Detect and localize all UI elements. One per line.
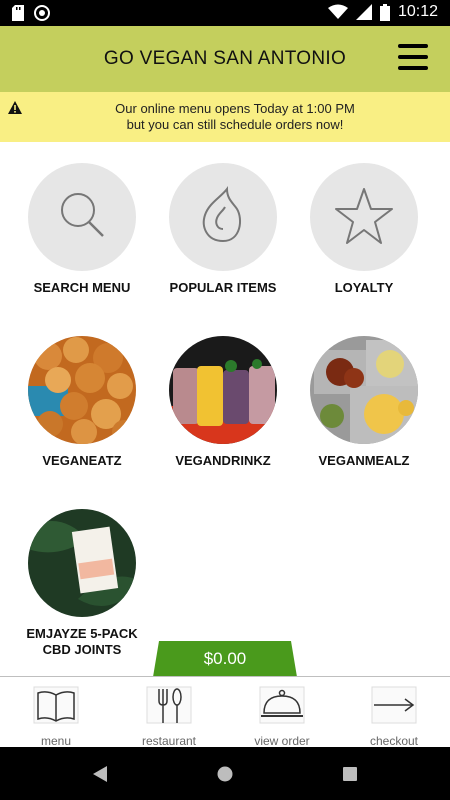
notice-line-2: but you can still schedule orders now! — [126, 117, 344, 132]
smoothies-image — [169, 336, 277, 444]
nav-checkout[interactable]: checkout — [338, 685, 450, 748]
arrow-right-icon — [371, 686, 417, 724]
android-navigation-bar — [0, 747, 450, 800]
home-icon[interactable] — [217, 766, 233, 782]
star-icon — [335, 188, 393, 244]
tile-label: SEARCH MENU — [33, 280, 131, 295]
veganmealz-image — [310, 336, 418, 444]
nav-label: checkout — [369, 734, 419, 748]
tile-label: LOYALTY — [334, 280, 394, 295]
status-bar: 10:12 — [0, 0, 450, 26]
search-circle — [28, 163, 136, 271]
nav-menu[interactable]: menu — [0, 685, 112, 748]
schedule-notice-banner: Our online menu opens Today at 1:00 PM b… — [0, 92, 450, 142]
warning-icon — [8, 101, 22, 114]
vegandrinkz-image — [169, 336, 277, 444]
restaurant-title: GO VEGAN SAN ANTONIO — [103, 48, 347, 69]
sd-card-icon — [12, 5, 24, 21]
book-icon — [33, 686, 79, 724]
tile-label: VEGANMEALZ — [318, 453, 410, 468]
nav-label: menu — [40, 734, 72, 748]
recents-icon[interactable] — [343, 767, 357, 781]
meal-trays-image — [310, 336, 418, 444]
emjayze-cbd-tile[interactable]: EMJAYZE 5-PACK CBD JOINTS — [12, 509, 152, 658]
nav-label: view order — [254, 734, 310, 748]
bottom-navigation: menu restaurant view order checkout — [0, 676, 450, 748]
tile-label: VEGANEATZ — [42, 453, 122, 468]
app-header: GO VEGAN SAN ANTONIO — [0, 26, 450, 92]
back-icon[interactable] — [93, 766, 107, 782]
tile-label-line-1: EMJAYZE 5-PACK — [26, 626, 138, 641]
vegandrinkz-tile[interactable]: VEGANDRINKZ — [153, 336, 293, 469]
hamburger-bar — [398, 55, 428, 59]
cbd-package-image — [28, 509, 136, 617]
battery-icon — [379, 3, 390, 21]
veganeatz-tile[interactable]: VEGANEATZ — [12, 336, 152, 469]
hamburger-bar — [398, 66, 428, 70]
nav-label: restaurant — [141, 734, 197, 748]
search-icon — [61, 193, 104, 237]
tile-label: POPULAR ITEMS — [169, 280, 277, 295]
hamburger-icon — [398, 44, 428, 48]
signal-icon — [355, 4, 372, 20]
loyalty-tile[interactable]: LOYALTY — [294, 163, 434, 296]
loyalty-circle — [310, 163, 418, 271]
tile-label-line-2: CBD JOINTS — [42, 642, 122, 657]
emjayze-image — [28, 509, 136, 617]
tile-label: EMJAYZE 5-PACK CBD JOINTS — [12, 626, 152, 658]
flame-icon — [202, 186, 241, 243]
clock: 10:12 — [397, 3, 438, 20]
notification-icon — [34, 5, 50, 21]
hamburger-menu-button[interactable] — [398, 44, 428, 72]
cutlery-icon — [146, 686, 192, 724]
tile-label: VEGANDRINKZ — [175, 453, 271, 468]
popular-circle — [169, 163, 277, 271]
veganmealz-tile[interactable]: VEGANMEALZ — [294, 336, 434, 469]
cloche-icon — [259, 686, 305, 724]
cart-total-button[interactable]: $0.00 — [153, 641, 297, 677]
nav-view-order[interactable]: view order — [226, 685, 338, 748]
popular-items-tile[interactable]: POPULAR ITEMS — [153, 163, 293, 296]
fried-nuggets-image — [28, 336, 136, 444]
wifi-icon — [327, 4, 348, 19]
cart-total-amount: $0.00 — [203, 649, 247, 668]
veganeatz-image — [28, 336, 136, 444]
notice-text: Our online menu opens Today at 1:00 PM b… — [30, 101, 440, 133]
nav-restaurant[interactable]: restaurant — [113, 685, 225, 748]
search-menu-tile[interactable]: SEARCH MENU — [12, 163, 152, 296]
notice-line-1: Our online menu opens Today at 1:00 PM — [115, 101, 355, 116]
